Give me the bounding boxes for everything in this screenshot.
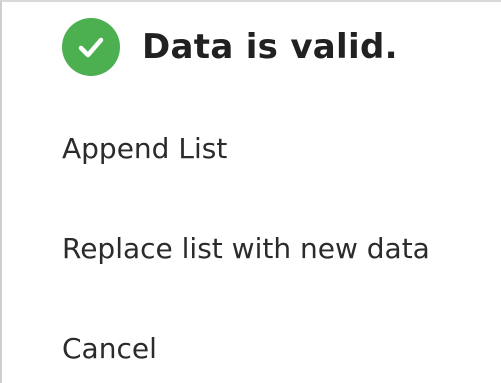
checkmark-icon	[78, 37, 104, 58]
cancel-option[interactable]: Cancel	[62, 329, 157, 369]
dialog-title: Data is valid.	[142, 27, 398, 67]
dialog-header: Data is valid.	[62, 16, 398, 78]
check-circle-icon	[62, 18, 120, 76]
dialog: Data is valid. Append List Replace list …	[0, 0, 501, 383]
append-list-option[interactable]: Append List	[62, 129, 227, 169]
replace-list-option[interactable]: Replace list with new data	[62, 229, 430, 269]
